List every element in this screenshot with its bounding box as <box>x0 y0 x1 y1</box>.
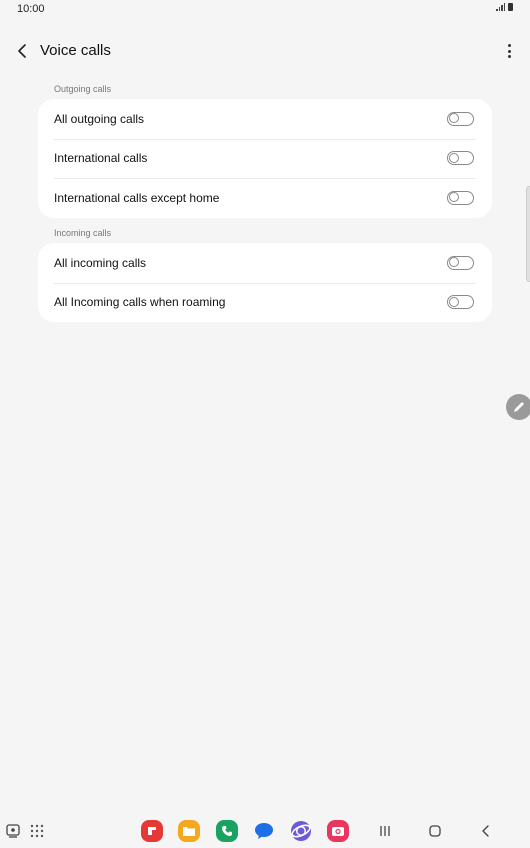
row-international-calls[interactable]: International calls <box>38 138 492 179</box>
toggle-switch-off[interactable] <box>447 111 474 126</box>
signal-icon <box>496 3 505 11</box>
status-icons <box>496 3 513 11</box>
row-label: International calls <box>54 151 148 166</box>
recents-icon <box>380 826 390 836</box>
screen-capture-icon <box>6 824 20 838</box>
back-icon <box>482 825 489 837</box>
more-options-button[interactable] <box>502 40 516 62</box>
row-label: All incoming calls <box>54 255 147 270</box>
back-button[interactable] <box>12 40 34 62</box>
section-header-outgoing: Outgoing calls <box>54 84 112 94</box>
nav-back-button[interactable] <box>475 820 497 842</box>
toggle-switch-off[interactable] <box>447 295 474 310</box>
row-label: All Incoming calls when roaming <box>54 295 226 310</box>
incoming-calls-card: All incoming calls All Incoming calls wh… <box>38 243 492 322</box>
flipboard-icon <box>148 827 156 835</box>
app-drawer-button[interactable] <box>26 820 48 842</box>
phone-app[interactable] <box>216 820 238 842</box>
row-label: All outgoing calls <box>54 111 145 126</box>
row-label: International calls except home <box>54 190 220 205</box>
toggle-switch-off[interactable] <box>447 151 474 166</box>
chevron-left-icon <box>18 44 26 58</box>
row-all-incoming-calls[interactable]: All incoming calls <box>38 243 492 283</box>
section-header-incoming: Incoming calls <box>54 228 112 238</box>
internet-app[interactable] <box>290 820 312 842</box>
grid-icon <box>30 824 44 838</box>
my-files-app[interactable] <box>178 820 200 842</box>
row-incoming-when-roaming[interactable]: All Incoming calls when roaming <box>38 282 492 323</box>
messages-icon <box>255 823 273 839</box>
folder-icon <box>183 827 195 836</box>
edge-panel-handle[interactable] <box>526 186 530 282</box>
toggle-switch-off[interactable] <box>447 255 474 270</box>
status-time: 10:00 <box>17 3 45 15</box>
phone-icon <box>222 826 232 836</box>
row-all-outgoing-calls[interactable]: All outgoing calls <box>38 99 492 139</box>
flipboard-app[interactable] <box>141 820 163 842</box>
toggle-switch-off[interactable] <box>447 190 474 205</box>
status-bar: 10:00 <box>0 0 530 18</box>
screen-capture-button[interactable] <box>2 820 24 842</box>
app-bar: Voice calls <box>0 30 530 72</box>
recents-button[interactable] <box>374 820 396 842</box>
internet-icon <box>291 821 311 841</box>
outgoing-calls-card: All outgoing calls International calls I… <box>38 99 492 218</box>
battery-icon <box>508 3 513 11</box>
home-button[interactable] <box>424 820 446 842</box>
home-icon <box>429 825 441 837</box>
camera-icon <box>332 827 344 836</box>
floating-pen-button[interactable] <box>506 394 530 420</box>
page-title: Voice calls <box>40 42 111 59</box>
camera-app[interactable] <box>327 820 349 842</box>
pencil-icon <box>514 402 524 412</box>
more-vertical-icon <box>507 44 511 47</box>
row-international-except-home[interactable]: International calls except home <box>38 178 492 218</box>
messages-app[interactable] <box>253 820 275 842</box>
taskbar <box>0 812 530 848</box>
